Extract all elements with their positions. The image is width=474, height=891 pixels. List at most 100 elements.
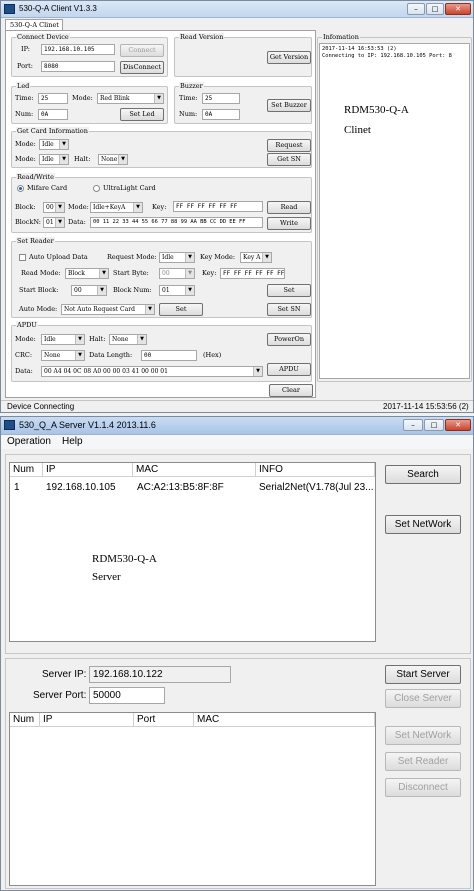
connect-button[interactable]: Connect [120, 44, 164, 57]
card-halt-label: Halt: [74, 155, 91, 163]
crc-value: None [44, 352, 61, 359]
col-port[interactable]: Port [134, 713, 194, 727]
close-icon[interactable]: ✕ [445, 3, 471, 15]
sr-key-field[interactable]: FF FF FF FF FF FF [220, 268, 285, 279]
request-button[interactable]: Request [267, 139, 311, 152]
set-sn-button[interactable]: Set SN [267, 303, 311, 316]
clear-button[interactable]: Clear [269, 384, 313, 397]
crc-label: CRC: [15, 351, 33, 359]
ip-field[interactable]: 192.168.10.105 [41, 44, 115, 55]
server-port-field[interactable]: 50000 [89, 687, 165, 704]
led-time-field[interactable]: 25 [38, 93, 68, 104]
apdu-data-select[interactable]: 00 A4 04 0C 08 A0 00 00 03 41 00 00 01 ▼ [41, 366, 263, 377]
devices-list[interactable]: Num IP MAC INFO 1 192.168.10.105 AC:A2:1… [9, 462, 376, 642]
sr-key-label: Key: [202, 269, 217, 277]
rw-data-field[interactable]: 00 11 22 33 44 55 66 77 88 99 AA BB CC D… [90, 217, 263, 228]
minimize-icon[interactable]: – [407, 3, 425, 15]
set-network-button[interactable]: Set NetWork [385, 515, 461, 534]
get-sn-button[interactable]: Get SN [267, 153, 311, 166]
card-halt-select[interactable]: None ▼ [98, 154, 128, 165]
port-field[interactable]: 8080 [41, 61, 115, 72]
auto-upload-checkbox[interactable] [19, 254, 26, 261]
mifare-radio[interactable] [17, 185, 24, 192]
clients-list[interactable]: Num IP Port MAC [9, 712, 376, 886]
chevron-down-icon: ▼ [97, 286, 106, 295]
col-mac[interactable]: MAC [194, 713, 375, 727]
write-button[interactable]: Write [267, 217, 311, 230]
crc-select[interactable]: None ▼ [41, 350, 85, 361]
search-button[interactable]: Search [385, 465, 461, 484]
rw-key-field[interactable]: FF FF FF FF FF FF [173, 201, 263, 212]
card-mode2-select[interactable]: Idle ▼ [39, 154, 69, 165]
ultralight-label: UltraLight Card [103, 184, 156, 192]
set-auto-mode-button[interactable]: Set [159, 303, 203, 316]
led-mode-select[interactable]: Red Blink ▼ [97, 93, 164, 104]
col-mac[interactable]: MAC [133, 463, 256, 477]
menu-help[interactable]: Help [62, 436, 83, 447]
information-log[interactable]: 2017-11-14 16:53:53 (2) Connecting to IP… [319, 43, 470, 379]
server-ip-field[interactable]: 192.168.10.122 [89, 666, 231, 683]
col-num[interactable]: Num [10, 463, 43, 477]
start-server-button[interactable]: Start Server [385, 665, 461, 684]
client-window: 530-Q-A Client V1.3.3 – □ ✕ 530-Q-A Clin… [0, 0, 474, 413]
set-reader-button[interactable]: Set [267, 284, 311, 297]
col-ip[interactable]: IP [40, 713, 134, 727]
start-byte-select[interactable]: 00 ▼ [159, 268, 195, 279]
close-icon[interactable]: ✕ [445, 419, 471, 431]
menu-operation[interactable]: Operation [7, 436, 51, 447]
col-info[interactable]: INFO [256, 463, 375, 477]
col-ip[interactable]: IP [43, 463, 133, 477]
led-num-field[interactable]: 0A [38, 109, 68, 120]
blockn-select[interactable]: 01 ▼ [43, 217, 65, 228]
apdu-button[interactable]: APDU [267, 363, 311, 376]
row-num: 1 [14, 482, 20, 493]
card-mode1-select[interactable]: Idle ▼ [39, 139, 69, 150]
set-led-button[interactable]: Set Led [120, 108, 164, 121]
chevron-down-icon: ▼ [185, 253, 194, 262]
disconnect-button[interactable]: DisConnect [120, 61, 164, 74]
apdu-halt-label: Halt: [89, 335, 106, 343]
log-line: 2017-11-14 16:53:53 (2) [322, 46, 397, 52]
blockn-label: BlockN: [15, 218, 41, 226]
apdu-halt-select[interactable]: None ▼ [109, 334, 147, 345]
col-num[interactable]: Num [10, 713, 40, 727]
read-mode-value: Block [68, 270, 85, 277]
data-length-field[interactable]: 00 [141, 350, 197, 361]
auto-mode-value: Not Auto Request Card [64, 306, 135, 313]
request-mode-select[interactable]: Idle ▼ [159, 252, 195, 263]
chevron-down-icon: ▼ [185, 286, 194, 295]
chevron-down-icon: ▼ [253, 367, 262, 376]
server-titlebar[interactable]: 530_Q_A Server V1.1.4 2013.11.6 – □ ✕ [1, 417, 473, 435]
minimize-icon[interactable]: – [403, 419, 423, 431]
start-block-select[interactable]: 00 ▼ [71, 285, 107, 296]
set-network-client-button[interactable]: Set NetWork [385, 726, 461, 745]
read-button[interactable]: Read [267, 201, 311, 214]
block-label: Block: [15, 203, 36, 211]
get-version-button[interactable]: Get Version [267, 51, 311, 64]
auto-mode-select[interactable]: Not Auto Request Card ▼ [61, 304, 155, 315]
read-mode-select[interactable]: Block ▼ [65, 268, 109, 279]
block-num-select[interactable]: 01 ▼ [159, 285, 195, 296]
buzzer-num-field[interactable]: 0A [202, 109, 240, 120]
block-select[interactable]: 00 ▼ [43, 202, 65, 213]
client-titlebar[interactable]: 530-Q-A Client V1.3.3 – □ ✕ [1, 1, 473, 18]
set-reader-button[interactable]: Set Reader [385, 752, 461, 771]
block-num-label: Block Num: [113, 286, 152, 294]
apdu-data-value: 00 A4 04 0C 08 A0 00 00 03 41 00 00 01 [44, 368, 168, 375]
maximize-icon[interactable]: □ [426, 3, 444, 15]
apdu-mode-value: Idle [44, 336, 56, 343]
buzzer-time-field[interactable]: 25 [202, 93, 240, 104]
apdu-mode-select[interactable]: Idle ▼ [41, 334, 85, 345]
row-info: Serial2Net(V1.78(Jul 23... [259, 482, 374, 493]
ip-label: IP: [21, 45, 30, 53]
key-mode-select[interactable]: Key A ▼ [240, 252, 272, 263]
power-on-button[interactable]: PowerOn [267, 333, 311, 346]
close-server-button[interactable]: Close Server [385, 689, 461, 708]
maximize-icon[interactable]: □ [424, 419, 444, 431]
rw-mode-select[interactable]: Idle+KeyA ▼ [90, 202, 143, 213]
chevron-down-icon: ▼ [75, 351, 84, 360]
status-timestamp: 2017-11-14 15:53:56 (2) [383, 402, 469, 411]
disconnect-button[interactable]: Disconnect [385, 778, 461, 797]
ultralight-radio[interactable] [93, 185, 100, 192]
set-buzzer-button[interactable]: Set Buzzer [267, 99, 311, 112]
